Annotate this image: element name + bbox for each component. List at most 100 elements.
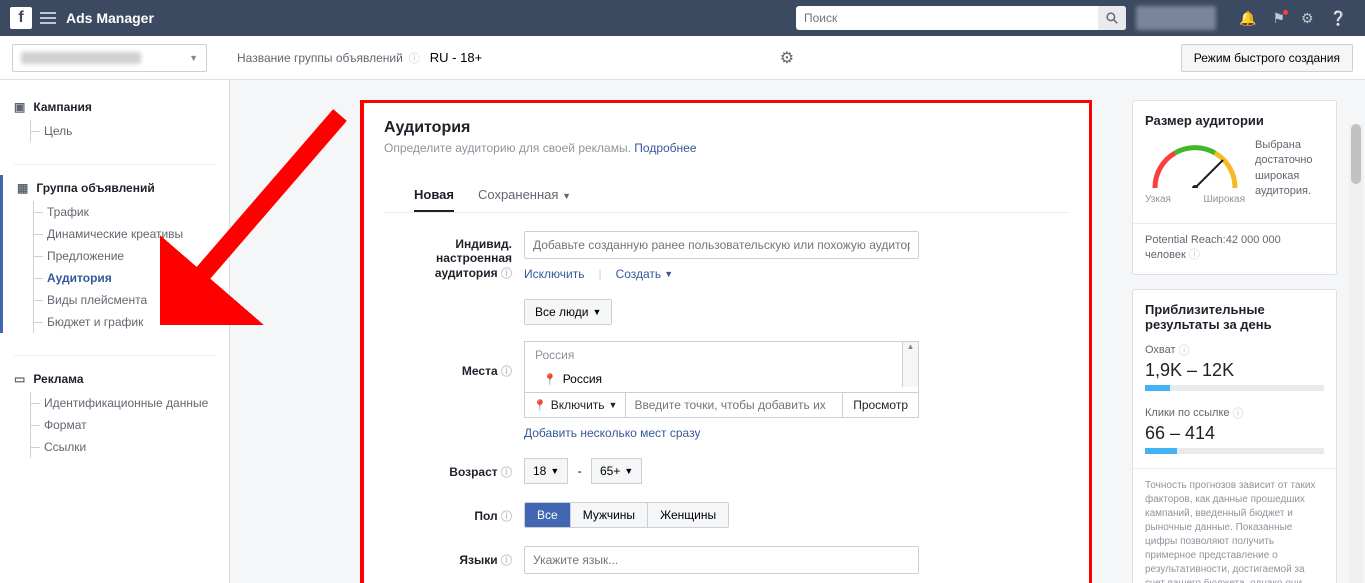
section-subtitle: Определите аудиторию для своей рекламы. … [384,141,1069,155]
age-min-dropdown[interactable]: 18 ▼ [524,458,568,484]
quick-create-button[interactable]: Режим быстрого создания [1181,44,1353,72]
ad-icon: ▭ [14,372,25,386]
info-icon[interactable]: ⓘ [501,511,512,523]
facebook-logo[interactable]: f [10,7,32,29]
sidebar-item-audience[interactable]: Аудитория [33,267,229,289]
top-bar: f Ads Manager 🔔 ⚑ ⚙ ❔ [0,0,1365,36]
sidebar-campaign-title: Кампания [33,100,92,114]
search-button[interactable] [1098,6,1126,30]
section-title: Аудитория [384,119,1069,137]
audience-size-card: Размер аудитории [1132,100,1337,275]
potential-reach: Potential Reach:42 000 000 человек ⓘ [1145,234,1324,262]
sidebar-item-identity[interactable]: Идентификационные данные [30,392,229,414]
adset-name-input[interactable] [430,50,770,65]
reach-value: 1,9K – 12K [1145,360,1324,381]
age-max-dropdown[interactable]: 65+ ▼ [591,458,642,484]
account-avatar[interactable] [1136,6,1216,30]
gauge-broad-label: Широкая [1204,194,1245,205]
pin-icon: 📍 [543,373,557,386]
chevron-down-icon: ▼ [189,53,198,63]
people-dropdown[interactable]: Все люди ▼ [524,299,612,325]
account-dropdown[interactable]: ▼ [12,44,207,72]
location-box: ▲ Россия 📍Россия 📍Включить ▼ Просмотр [524,341,919,418]
info-icon[interactable]: ⓘ [1189,249,1200,261]
chevron-down-icon: ▼ [609,400,618,410]
age-label: Возраст ⓘ [384,458,524,480]
bell-icon[interactable]: 🔔 [1239,10,1256,27]
info-icon[interactable]: ⓘ [501,366,512,378]
daily-results-card: Приблизительные результаты за день Охват… [1132,289,1337,583]
include-dropdown[interactable]: 📍Включить ▼ [525,393,626,417]
sidebar-item-traffic[interactable]: Трафик [33,201,229,223]
sidebar: ▣ Кампания Цель ▦ Группа объявлений Трафик… [0,80,230,583]
gender-men[interactable]: Мужчины [571,503,648,527]
gender-women[interactable]: Женщины [648,503,728,527]
audience-size-title: Размер аудитории [1145,113,1324,128]
location-country-header: Россия [525,342,918,368]
campaign-icon: ▣ [14,100,25,114]
browse-button[interactable]: Просмотр [842,393,918,417]
chevron-down-icon: ▼ [550,466,559,476]
languages-label: Языки ⓘ [384,546,524,568]
sidebar-item-dynamic[interactable]: Динамические креативы [33,223,229,245]
sidebar-item-budget[interactable]: Бюджет и график [33,311,229,333]
custom-audience-input[interactable] [524,231,919,259]
main-scrollbar[interactable] [1349,124,1363,583]
reach-label: Охват ⓘ [1145,342,1324,358]
tab-saved[interactable]: Сохраненная ▼ [478,179,571,212]
adset-icon: ▦ [17,181,28,195]
chevron-down-icon: ▼ [592,307,601,317]
bulk-locations-link[interactable]: Добавить несколько мест сразу [524,426,700,440]
audience-form-highlight: Аудитория Определите аудиторию для своей… [360,100,1092,583]
adset-gear-icon[interactable]: ⚙ [780,48,794,68]
sidebar-item-format[interactable]: Формат [30,414,229,436]
clicks-value: 66 – 414 [1145,423,1324,444]
gender-all[interactable]: Все [525,503,571,527]
sidebar-section-ad: ▭ Реклама Идентификационные данные Формат… [0,366,229,458]
learn-more-link[interactable]: Подробнее [634,141,696,155]
location-input[interactable] [626,393,842,417]
app-title: Ads Manager [66,10,154,26]
search-input[interactable] [796,11,1098,25]
reach-bar [1145,385,1324,391]
custom-audience-label: Индивид. настроенная аудитория ⓘ [384,231,524,281]
right-panel: Размер аудитории [1122,80,1347,583]
gear-icon[interactable]: ⚙ [1301,10,1314,27]
clicks-label: Клики по ссылке ⓘ [1145,405,1324,421]
sidebar-item-placements[interactable]: Виды плейсмента [33,289,229,311]
sidebar-item-goal[interactable]: Цель [30,120,229,142]
sidebar-adset-title: Группа объявлений [36,181,154,195]
help-icon[interactable]: ❔ [1330,10,1347,27]
gender-label: Пол ⓘ [384,502,524,524]
sidebar-section-adset: ▦ Группа объявлений Трафик Динамические к… [0,175,229,333]
sidebar-item-offer[interactable]: Предложение [33,245,229,267]
exclude-link[interactable]: Исключить [524,267,584,281]
clicks-bar [1145,448,1324,454]
info-icon[interactable]: ⓘ [501,268,512,280]
search-icon [1106,12,1118,24]
gender-segmented: Все Мужчины Женщины [524,502,729,528]
flag-icon[interactable]: ⚑ [1272,10,1285,27]
menu-icon[interactable] [40,9,56,27]
create-link[interactable]: Создать ▼ [616,267,674,281]
search-box [796,6,1126,30]
gauge-meter [1145,138,1245,188]
sidebar-ad-title: Реклама [33,372,83,386]
age-separator: - [578,464,582,478]
info-icon[interactable]: ⓘ [409,50,420,66]
gauge-narrow-label: Узкая [1145,194,1171,205]
adset-name-label: Название группы объявлений [237,51,403,65]
chevron-down-icon: ▼ [624,466,633,476]
info-icon[interactable]: ⓘ [1233,405,1244,421]
languages-input[interactable] [524,546,919,574]
location-scrollbar[interactable]: ▲ [902,342,918,387]
info-icon[interactable]: ⓘ [501,555,512,567]
tab-new[interactable]: Новая [414,179,454,212]
location-item-russia[interactable]: 📍Россия [525,368,918,392]
sidebar-item-links[interactable]: Ссылки [30,436,229,458]
info-icon[interactable]: ⓘ [501,467,512,479]
info-icon[interactable]: ⓘ [1179,342,1190,358]
main-content: Аудитория Определите аудиторию для своей… [230,80,1365,583]
audience-size-msg: Выбрана достаточно широкая аудитория. [1255,138,1324,200]
locations-label: Места ⓘ [384,333,524,379]
